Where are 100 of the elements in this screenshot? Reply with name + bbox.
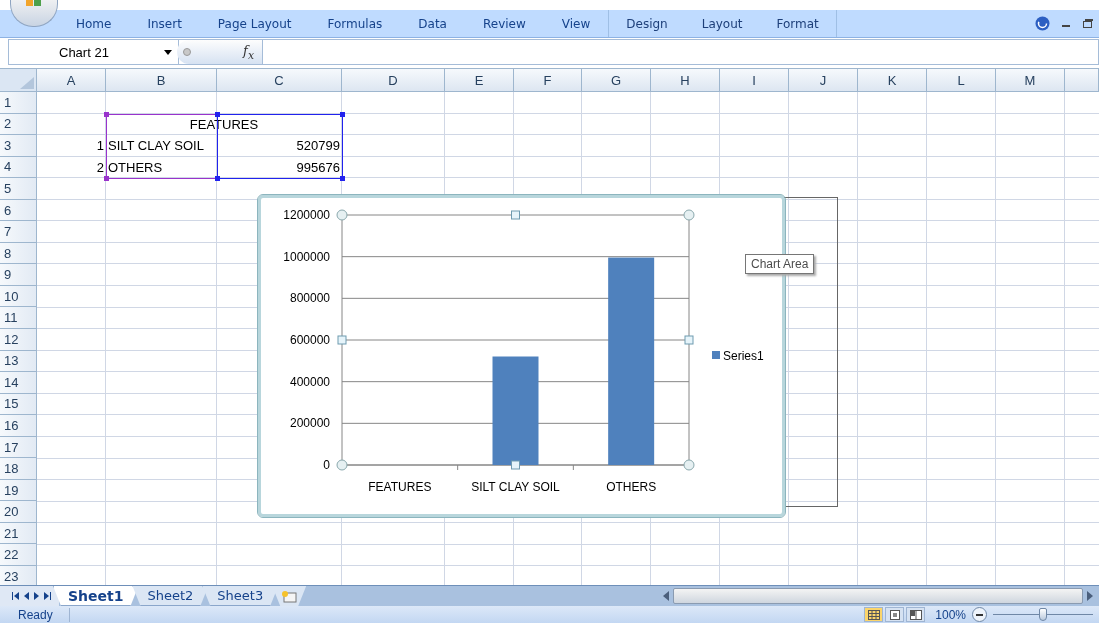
row-header[interactable]: 15: [0, 393, 37, 416]
table-cell-text: 520799: [295, 137, 341, 156]
axis-tick-label: 1000000: [283, 249, 330, 264]
row-header[interactable]: 2: [0, 113, 37, 136]
column-header[interactable]: F: [514, 69, 582, 92]
range-handle-icon[interactable]: [104, 111, 109, 117]
column-header[interactable]: H: [651, 69, 720, 92]
zoom-level[interactable]: 100%: [935, 607, 966, 622]
scrollbar-thumb[interactable]: [673, 588, 1083, 604]
row-header[interactable]: 12: [0, 329, 37, 351]
table-cell-text: OTHERS: [107, 158, 164, 177]
column-header[interactable]: C: [217, 69, 342, 92]
ribbon-tab[interactable]: Layout: [684, 10, 760, 37]
row-header[interactable]: 1: [0, 92, 37, 114]
axis-tick-label: 600000: [289, 333, 330, 347]
minus-icon: [976, 613, 983, 616]
column-header[interactable]: G: [582, 69, 651, 92]
column-header[interactable]: D: [342, 69, 445, 92]
column-header[interactable]: B: [106, 69, 217, 92]
row-header[interactable]: 6: [0, 199, 37, 222]
new-sheet-icon: [281, 589, 298, 603]
axis-category-label: FEATURES: [368, 480, 432, 494]
range-handle-icon[interactable]: [340, 176, 345, 182]
row-header[interactable]: 23: [0, 566, 37, 585]
tick-mark: [457, 464, 459, 471]
zoom-out-button[interactable]: [972, 607, 987, 622]
row-header[interactable]: 20: [0, 501, 37, 523]
scroll-right-icon[interactable]: [1087, 591, 1093, 601]
range-handle-icon[interactable]: [340, 111, 345, 117]
axis-tick-label: 200000: [289, 416, 330, 431]
column-header[interactable]: E: [445, 69, 514, 92]
view-button[interactable]: [864, 607, 884, 622]
row-header[interactable]: 22: [0, 544, 37, 567]
ribbon-tab[interactable]: Data: [400, 10, 465, 37]
page-icon: [889, 609, 900, 620]
row-header[interactable]: 8: [0, 242, 37, 265]
zoom-slider-thumb[interactable]: [1039, 607, 1047, 621]
axis-tick-label: 800000: [289, 291, 330, 306]
insert-sheet-button[interactable]: [272, 586, 307, 606]
row-header[interactable]: 16: [0, 415, 37, 437]
row-header[interactable]: 11: [0, 307, 37, 329]
ribbon-tab[interactable]: Formulas: [309, 10, 401, 37]
tick-mark: [572, 464, 574, 471]
column-header[interactable]: K: [858, 69, 927, 92]
resize-handle-icon[interactable]: [683, 209, 695, 221]
column-header[interactable]: L: [927, 69, 996, 92]
resize-handle-icon[interactable]: [336, 459, 348, 471]
ribbon-tab[interactable]: Review: [464, 10, 544, 37]
range-handle-icon[interactable]: [104, 176, 109, 182]
bar[interactable]: [608, 257, 655, 465]
view-button[interactable]: [885, 607, 905, 622]
axis-category-label: OTHERS: [606, 480, 657, 494]
horizontal-scrollbar[interactable]: [663, 586, 1093, 606]
office-button[interactable]: [10, 0, 58, 27]
next-sheet-icon[interactable]: [34, 592, 39, 600]
row-header[interactable]: 4: [0, 156, 37, 179]
triangle-icon: [20, 77, 34, 89]
row-header[interactable]: 21: [0, 522, 37, 545]
previous-sheet-icon[interactable]: [24, 592, 29, 600]
resize-handle-icon[interactable]: [511, 460, 520, 470]
view-button[interactable]: [906, 607, 926, 622]
table-cell-text: 1: [95, 137, 105, 156]
row-header[interactable]: 10: [0, 285, 37, 308]
ribbon-tab[interactable]: Page Layout: [199, 10, 310, 37]
axis-category-label: SILT CLAY SOIL: [471, 480, 560, 494]
legend-swatch: [712, 351, 720, 359]
table-cell-text: 2: [95, 158, 105, 177]
worksheet-grid[interactable]: [0, 68, 1099, 585]
table-cell-text: SILT CLAY SOIL: [107, 137, 205, 156]
row-header[interactable]: 7: [0, 221, 37, 243]
axis-tick-label: 400000: [289, 374, 330, 389]
resize-handle-icon[interactable]: [684, 335, 694, 345]
column-header[interactable]: I: [720, 69, 789, 92]
column-header[interactable]: A: [37, 69, 106, 92]
row-header[interactable]: 3: [0, 135, 37, 157]
row-header[interactable]: 19: [0, 479, 37, 502]
last-sheet-icon[interactable]: [44, 592, 51, 600]
restore-icon[interactable]: [1083, 19, 1093, 28]
resize-handle-icon[interactable]: [337, 335, 347, 345]
row-header[interactable]: 9: [0, 264, 37, 286]
column-header[interactable]: M: [996, 69, 1065, 92]
resize-handle-icon[interactable]: [336, 209, 348, 221]
resize-handle-icon[interactable]: [683, 459, 695, 471]
row-header[interactable]: 13: [0, 350, 37, 373]
grid-icon: [867, 609, 880, 620]
ribbon-tab[interactable]: Format: [759, 10, 836, 37]
column-header[interactable]: J: [789, 69, 858, 92]
resize-handle-icon[interactable]: [511, 210, 520, 220]
ribbon-tab[interactable]: Design: [609, 10, 685, 37]
row-header[interactable]: 17: [0, 436, 37, 459]
row-header[interactable]: 18: [0, 458, 37, 480]
row-header[interactable]: 14: [0, 372, 37, 394]
scroll-left-icon[interactable]: [663, 591, 669, 601]
ribbon-tab[interactable]: Home: [58, 10, 130, 37]
ribbon-tab[interactable]: Insert: [129, 10, 200, 37]
first-sheet-icon[interactable]: [12, 592, 19, 600]
page-break-icon: [909, 609, 922, 620]
bar[interactable]: [492, 356, 539, 465]
ribbon-tab[interactable]: View: [543, 10, 609, 37]
row-header[interactable]: 5: [0, 178, 37, 200]
